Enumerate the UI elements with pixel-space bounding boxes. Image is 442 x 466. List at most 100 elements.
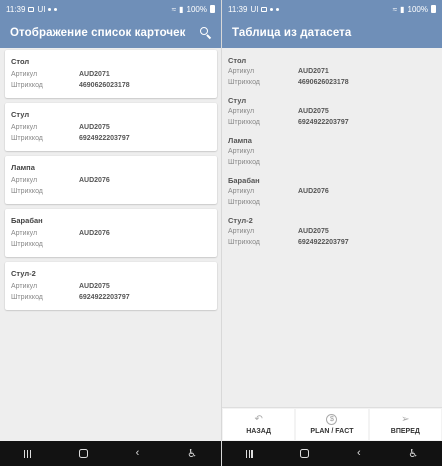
barcode-label: Штрихкод xyxy=(228,79,260,86)
barcode-label: Штрихкод xyxy=(228,119,260,126)
list-item[interactable]: Стул-2 Артикул AUD2075 Штрихкод 6924922203… xyxy=(5,262,217,310)
barcode-value: 6924922203797 xyxy=(298,119,349,126)
list-item: Стул-2 Артикул AUD2075 Штрихкод 6924922203… xyxy=(228,216,433,248)
back-button-label: НАЗАД xyxy=(246,428,272,435)
status-bar: 11:39 UI ≈ ▮ 100% xyxy=(0,0,221,18)
forward-button-label: ВПЕРЕД xyxy=(390,428,420,435)
barcode-label: Штрихкод xyxy=(11,294,43,301)
nav-back-icon[interactable]: ‹ xyxy=(136,448,140,459)
article-label: Артикул xyxy=(11,124,38,131)
barcode-label: Штрихкод xyxy=(11,241,43,248)
app-bar: Отображение список карточек xyxy=(0,18,221,48)
list-item: Лампа Артикул Штрихкод xyxy=(228,136,433,168)
back-arrow-icon: ↶ xyxy=(254,414,263,425)
card-title: Лампа xyxy=(11,163,35,172)
barcode-label: Штрихкод xyxy=(228,199,260,206)
wifi-icon: ≈ xyxy=(392,4,398,14)
article-label: Артикул xyxy=(228,108,255,115)
signal-icon: ▮ xyxy=(400,4,405,14)
accessibility-icon[interactable]: ♿ xyxy=(187,447,197,460)
barcode-value: 4690626023178 xyxy=(298,79,349,86)
article-label: Артикул xyxy=(228,148,255,155)
plan-fact-button-label: PLAN / FACT xyxy=(310,428,354,435)
card-title: Стул xyxy=(11,110,30,119)
status-time: 11:39 xyxy=(228,4,248,14)
search-icon[interactable] xyxy=(199,26,213,40)
back-button[interactable]: ↶ НАЗАД xyxy=(223,409,295,440)
card-list: Стол Артикул AUD2071 Штрихкод 469062602317… xyxy=(5,50,217,315)
cloud-icon xyxy=(48,7,52,11)
list-item[interactable]: Лампа Артикул AUD2076 Штрихкод xyxy=(5,156,217,204)
battery-icon xyxy=(210,5,215,13)
article-label: Артикул xyxy=(228,228,255,235)
barcode-value: 6924922203797 xyxy=(298,239,349,246)
notification-icon xyxy=(261,6,268,12)
item-title: Стул-2 xyxy=(228,216,253,225)
article-value: AUD2076 xyxy=(298,188,329,195)
article-label: Артикул xyxy=(228,188,255,195)
accessibility-icon[interactable]: ♿ xyxy=(408,447,418,460)
barcode-label: Штрихкод xyxy=(11,135,43,142)
status-time: 11:39 xyxy=(6,4,26,14)
article-value: AUD2075 xyxy=(79,124,110,131)
list-item: Стол Артикул AUD2071 Штрихкод 469062602317… xyxy=(228,56,433,88)
system-nav-bar: ‹ ♿ xyxy=(0,441,221,466)
item-title: Стол xyxy=(228,56,247,65)
card-title: Барабан xyxy=(11,216,43,225)
recent-apps-icon[interactable] xyxy=(245,449,253,458)
barcode-label: Штрихкод xyxy=(228,159,260,166)
item-title: Стул xyxy=(228,96,247,105)
article-label: Артикул xyxy=(11,177,38,184)
app-bar: Таблица из датасета xyxy=(222,18,442,48)
battery-icon xyxy=(431,5,436,13)
signal-icon: ▮ xyxy=(179,4,184,14)
bottom-button-bar: ↶ НАЗАД $ PLAN / FACT ➢ ВПЕРЕД xyxy=(222,407,442,441)
status-carrier: UI xyxy=(37,4,46,14)
article-value: AUD2075 xyxy=(79,283,110,290)
list-item[interactable]: Стул Артикул AUD2075 Штрихкод 692492220379… xyxy=(5,103,217,151)
forward-button[interactable]: ➢ ВПЕРЕД xyxy=(369,409,441,440)
article-value: AUD2071 xyxy=(79,71,110,78)
battery-level: 100% xyxy=(186,4,207,14)
page-title: Таблица из датасета xyxy=(232,27,352,39)
article-value: AUD2071 xyxy=(298,68,329,75)
article-label: Артикул xyxy=(11,71,38,78)
plan-fact-button[interactable]: $ PLAN / FACT xyxy=(296,409,368,440)
system-nav-bar: ‹ ♿ xyxy=(222,441,442,466)
article-value: AUD2076 xyxy=(79,230,110,237)
barcode-value: 4690626023178 xyxy=(79,82,130,89)
recent-apps-icon[interactable] xyxy=(23,449,31,458)
status-bar: 11:39 UI ≈ ▮ 100% xyxy=(222,0,442,18)
dot-icon xyxy=(54,7,58,11)
home-icon[interactable] xyxy=(300,449,310,458)
page-title: Отображение список карточек xyxy=(10,27,186,39)
battery-level: 100% xyxy=(407,4,428,14)
item-title: Лампа xyxy=(228,136,252,145)
dot-icon xyxy=(276,7,280,11)
card-title: Стул-2 xyxy=(11,269,36,278)
wifi-icon: ≈ xyxy=(171,4,177,14)
article-label: Артикул xyxy=(228,68,255,75)
barcode-value: 6924922203797 xyxy=(79,294,130,301)
money-icon: $ xyxy=(326,414,338,425)
list-item[interactable]: Стол Артикул AUD2071 Штрихкод 469062602317… xyxy=(5,50,217,98)
article-value: AUD2075 xyxy=(298,228,329,235)
phone-left: 11:39 UI ≈ ▮ 100% Отображение список кар… xyxy=(0,0,221,466)
article-value: AUD2076 xyxy=(79,177,110,184)
barcode-label: Штрихкод xyxy=(11,82,43,89)
send-icon: ➢ xyxy=(401,414,410,425)
status-carrier: UI xyxy=(250,4,259,14)
home-icon[interactable] xyxy=(78,449,88,458)
dataset-table: Стол Артикул AUD2071 Штрихкод 469062602317… xyxy=(228,56,433,256)
phone-right: 11:39 UI ≈ ▮ 100% Таблица из датасета Ст… xyxy=(222,0,442,466)
item-title: Барабан xyxy=(228,176,260,185)
barcode-value: 6924922203797 xyxy=(79,135,130,142)
barcode-label: Штрихкод xyxy=(228,239,260,246)
cloud-icon xyxy=(270,7,274,11)
barcode-label: Штрихкод xyxy=(11,188,43,195)
notification-icon xyxy=(28,6,35,12)
list-item: Стул Артикул AUD2075 Штрихкод 692492220379… xyxy=(228,96,433,128)
nav-back-icon[interactable]: ‹ xyxy=(357,448,361,459)
list-item[interactable]: Барабан Артикул AUD2076 Штрихкод xyxy=(5,209,217,257)
card-title: Стол xyxy=(11,57,30,66)
